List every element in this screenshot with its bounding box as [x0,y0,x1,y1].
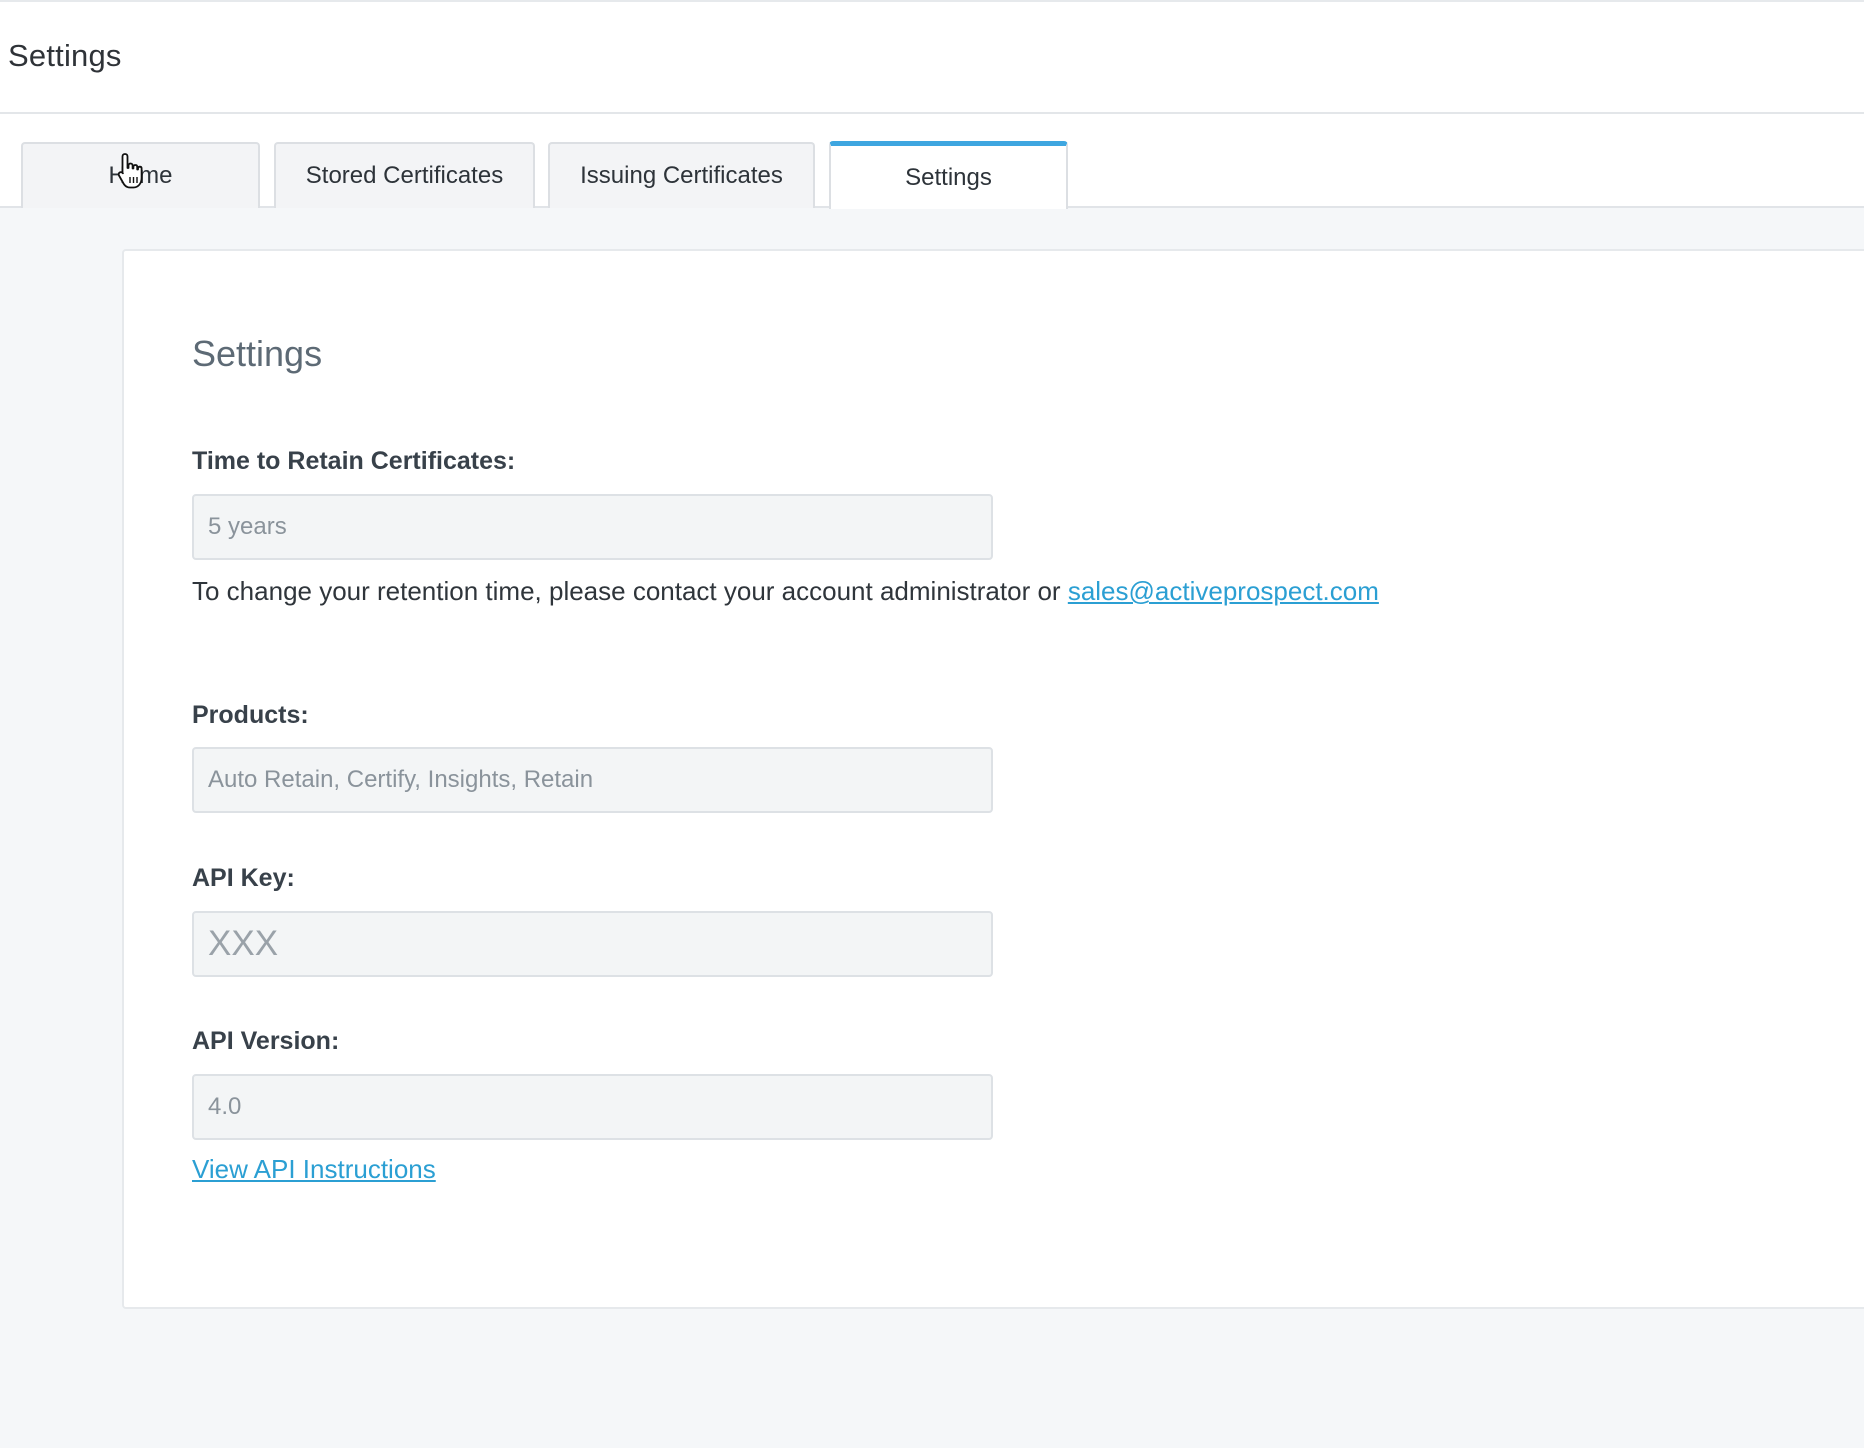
tab-settings-label: Settings [905,163,992,191]
sales-email-link[interactable]: sales@activeprospect.com [1068,576,1379,606]
api-version-label: API Version: [192,1027,340,1055]
tab-home-label: Home [108,162,173,189]
retention-help-message: To change your retention time, please co… [192,576,1061,606]
api-version-field[interactable] [192,1074,993,1140]
tab-issuing-certificates-label: Issuing Certificates [580,162,783,189]
tab-issuing-certificates[interactable]: Issuing Certificates [548,142,815,208]
api-key-label: API Key: [192,864,295,892]
top-header: Settings [0,0,1864,114]
view-api-instructions-link[interactable]: View API Instructions [192,1154,436,1185]
tab-home[interactable]: Home [21,142,260,208]
products-label: Products: [192,701,309,729]
retention-help-text: To change your retention time, please co… [192,576,1379,607]
settings-card: Settings Time to Retain Certificates: To… [122,249,1864,1309]
api-key-field[interactable] [192,911,993,977]
settings-section-title: Settings [192,333,323,374]
page-title: Settings [8,38,122,73]
tab-stored-certificates-label: Stored Certificates [305,162,504,189]
retention-label: Time to Retain Certificates: [192,447,516,475]
tab-settings[interactable]: Settings [829,141,1068,209]
tab-stored-certificates[interactable]: Stored Certificates [274,142,535,208]
retention-field[interactable] [192,494,993,560]
products-field[interactable] [192,747,993,813]
tab-bar: Home Stored Certificates Issuing Certifi… [0,114,1864,209]
